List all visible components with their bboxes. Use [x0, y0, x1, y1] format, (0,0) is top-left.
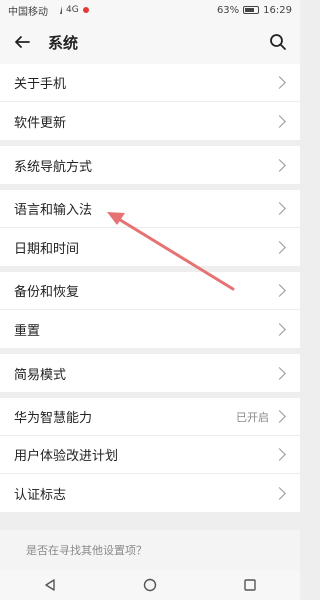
battery-icon	[243, 6, 260, 14]
recents-square-icon[interactable]	[238, 573, 262, 597]
chevron-right-icon	[273, 114, 286, 128]
settings-list: 关于手机 软件更新 系统导航方式 语言和输入法 日期和时间 备份和恢复 重置 简…	[0, 64, 300, 512]
clock: 16:29	[263, 4, 292, 16]
settings-item-reset[interactable]: 重置	[0, 310, 300, 348]
settings-item-label: 日期和时间	[14, 241, 80, 257]
back-triangle-icon[interactable]	[38, 573, 62, 597]
settings-group: 系统导航方式	[0, 146, 300, 184]
chevron-right-icon	[273, 202, 286, 215]
chevron-right-icon	[273, 76, 286, 89]
home-circle-icon[interactable]	[138, 573, 162, 597]
status-value: 已开启	[236, 410, 269, 424]
settings-item-label: 华为智慧能力	[14, 411, 93, 426]
settings-group: 华为智慧能力 已开启 用户体验改进计划 认证标志	[0, 398, 300, 512]
settings-item-label: 简易模式	[14, 367, 67, 383]
settings-item-software-update[interactable]: 软件更新	[0, 102, 300, 140]
settings-item-language-input[interactable]: 语言和输入法	[0, 190, 300, 228]
signal-icon	[52, 6, 62, 14]
chevron-right-icon	[273, 158, 286, 172]
settings-item-huawei-assistant[interactable]: 华为智慧能力 已开启	[0, 398, 300, 436]
app-bar: 系统	[0, 20, 300, 64]
settings-item-certification[interactable]: 认证标志	[0, 474, 300, 512]
settings-item-label: 软件更新	[14, 115, 67, 131]
navigation-bar	[0, 570, 300, 600]
location-icon	[82, 7, 89, 13]
back-arrow-icon[interactable]	[10, 30, 34, 54]
settings-group: 语言和输入法 日期和时间	[0, 190, 300, 266]
settings-item-backup-restore[interactable]: 备份和恢复	[0, 272, 300, 310]
settings-group: 简易模式	[0, 354, 300, 392]
chevron-right-icon	[273, 486, 286, 500]
chevron-right-icon	[273, 448, 286, 461]
network-label: 4G	[66, 5, 79, 15]
settings-item-label: 系统导航方式	[14, 159, 93, 175]
settings-group: 关于手机 软件更新	[0, 64, 300, 140]
settings-item-label: 重置	[14, 323, 41, 339]
status-bar: 中国移动 4G 63% 16:29	[0, 0, 300, 20]
suggestion-link[interactable]: 是否在寻找其他设置项？	[0, 530, 300, 570]
settings-item-label: 备份和恢复	[14, 285, 80, 300]
settings-item-user-experience[interactable]: 用户体验改进计划	[0, 436, 300, 474]
settings-item-simple-mode[interactable]: 简易模式	[0, 354, 300, 392]
settings-item-label: 认证标志	[14, 487, 67, 503]
settings-item-label: 用户体验改进计划	[14, 449, 119, 464]
settings-item-system-navigation[interactable]: 系统导航方式	[0, 146, 300, 184]
battery-percent: 63%	[216, 4, 240, 16]
chevron-right-icon	[273, 366, 286, 380]
search-icon[interactable]	[266, 30, 290, 54]
chevron-right-icon	[273, 410, 286, 423]
carrier-label: 中国移动	[8, 6, 48, 18]
page-title: 系统	[48, 33, 79, 52]
settings-item-label: 语言和输入法	[14, 203, 93, 218]
settings-group: 备份和恢复 重置	[0, 272, 300, 348]
chevron-right-icon	[273, 240, 286, 254]
settings-item-about-phone[interactable]: 关于手机	[0, 64, 300, 102]
chevron-right-icon	[273, 284, 286, 297]
settings-item-date-time[interactable]: 日期和时间	[0, 228, 300, 266]
settings-item-label: 关于手机	[14, 77, 67, 92]
chevron-right-icon	[273, 322, 286, 336]
